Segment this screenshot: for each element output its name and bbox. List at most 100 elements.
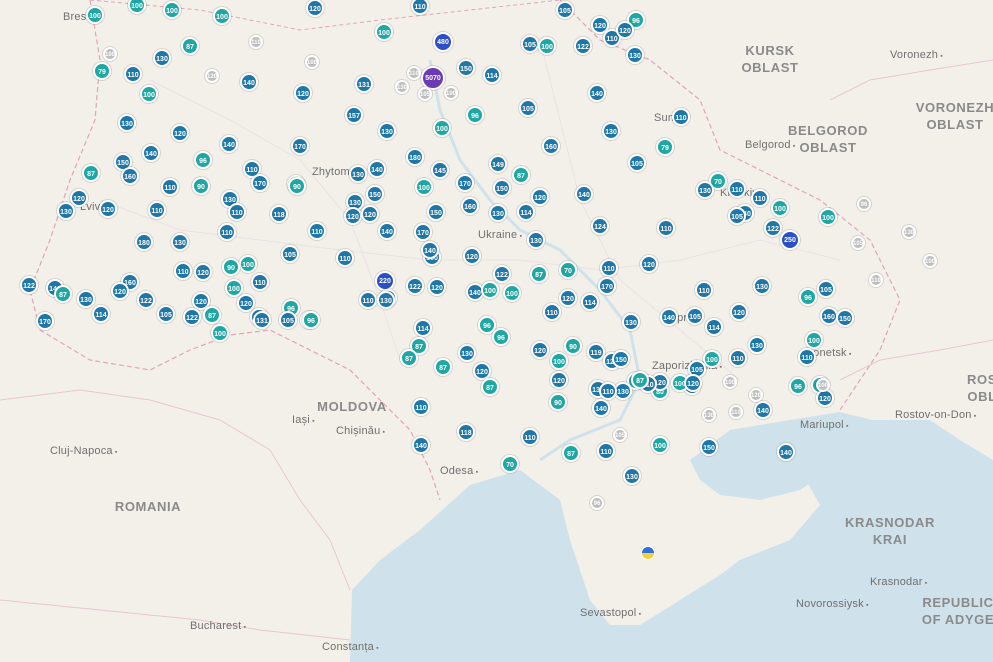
minor-marker[interactable]: 105 bbox=[418, 87, 432, 101]
cluster-marker[interactable]: 180 bbox=[406, 148, 424, 166]
cluster-marker[interactable]: 105 bbox=[628, 154, 646, 172]
cluster-marker[interactable]: 130 bbox=[57, 202, 75, 220]
cluster-marker[interactable]: 118 bbox=[457, 423, 475, 441]
cluster-marker[interactable]: 105 bbox=[279, 311, 297, 329]
cluster-marker[interactable]: 90 bbox=[564, 337, 582, 355]
minor-marker[interactable]: 120 bbox=[749, 388, 763, 402]
cluster-marker[interactable]: 110 bbox=[729, 349, 747, 367]
cluster-marker[interactable]: 130 bbox=[696, 181, 714, 199]
cluster-marker[interactable]: 70 bbox=[559, 261, 577, 279]
cluster-marker[interactable]: 100 bbox=[86, 6, 104, 24]
minor-marker[interactable]: 105 bbox=[851, 236, 865, 250]
cluster-marker[interactable]: 110 bbox=[672, 108, 690, 126]
cluster-marker[interactable]: 87 bbox=[54, 285, 72, 303]
cluster-marker[interactable]: 79 bbox=[93, 62, 111, 80]
cluster-marker[interactable]: 87 bbox=[631, 371, 649, 389]
cluster-marker[interactable]: 110 bbox=[336, 249, 354, 267]
cluster-marker[interactable]: 130 bbox=[626, 46, 644, 64]
cluster-marker[interactable]: 120 bbox=[531, 188, 549, 206]
cluster-marker[interactable]: 110 bbox=[600, 259, 618, 277]
minor-marker[interactable]: 110 bbox=[729, 405, 743, 419]
cluster-marker[interactable]: 110 bbox=[543, 303, 561, 321]
cluster-marker[interactable]: 150 bbox=[612, 350, 630, 368]
cluster-marker[interactable]: 131 bbox=[253, 311, 271, 329]
cluster-marker[interactable]: 110 bbox=[599, 382, 617, 400]
cluster-marker[interactable]: 114 bbox=[483, 66, 501, 84]
minor-marker[interactable]: 100 bbox=[103, 47, 117, 61]
cluster-marker[interactable]: 87 bbox=[203, 306, 221, 324]
cluster-marker[interactable]: 114 bbox=[517, 203, 535, 221]
cluster-marker[interactable]: 100 bbox=[550, 352, 568, 370]
cluster-marker[interactable]: 100 bbox=[805, 331, 823, 349]
cluster-marker[interactable]: 100 bbox=[163, 1, 181, 19]
cluster-marker[interactable]: 114 bbox=[92, 305, 110, 323]
cluster-marker[interactable]: 130 bbox=[153, 49, 171, 67]
cluster-marker[interactable]: 105 bbox=[556, 1, 574, 19]
cluster-marker[interactable]: 87 bbox=[481, 378, 499, 396]
cluster-marker[interactable]: 122 bbox=[406, 277, 424, 295]
cluster-marker[interactable]: 140 bbox=[592, 399, 610, 417]
minor-marker[interactable]: 100 bbox=[305, 55, 319, 69]
cluster-marker[interactable]: 170 bbox=[456, 174, 474, 192]
cluster-marker[interactable]: 114 bbox=[414, 319, 432, 337]
cluster-marker[interactable]: 480 bbox=[433, 32, 453, 52]
cluster-marker[interactable]: 100 bbox=[538, 37, 556, 55]
cluster-marker[interactable]: 110 bbox=[228, 203, 246, 221]
cluster-marker[interactable]: 120 bbox=[463, 247, 481, 265]
cluster-marker[interactable]: 110 bbox=[124, 65, 142, 83]
cluster-marker[interactable]: 110 bbox=[218, 223, 236, 241]
cluster-marker[interactable]: 105 bbox=[519, 99, 537, 117]
cluster-marker[interactable]: 131 bbox=[355, 75, 373, 93]
cluster-marker[interactable]: 170 bbox=[598, 277, 616, 295]
cluster-marker[interactable]: 100 bbox=[225, 279, 243, 297]
cluster-marker[interactable]: 220 bbox=[375, 271, 395, 291]
minor-marker[interactable]: 130 bbox=[395, 80, 409, 94]
cluster-marker[interactable]: 140 bbox=[240, 73, 258, 91]
cluster-marker[interactable]: 150 bbox=[366, 185, 384, 203]
cluster-marker[interactable]: 122 bbox=[574, 37, 592, 55]
minor-marker[interactable]: 130 bbox=[702, 408, 716, 422]
cluster-marker[interactable]: 110 bbox=[359, 291, 377, 309]
cluster-marker[interactable]: 149 bbox=[489, 155, 507, 173]
cluster-marker[interactable]: 100 bbox=[481, 281, 499, 299]
cluster-marker[interactable]: 120 bbox=[730, 303, 748, 321]
cluster-marker[interactable]: 130 bbox=[458, 344, 476, 362]
cluster-marker[interactable]: 105 bbox=[157, 305, 175, 323]
cluster-marker[interactable]: 110 bbox=[251, 273, 269, 291]
cluster-marker[interactable]: 100 bbox=[211, 324, 229, 342]
cluster-marker[interactable]: 124 bbox=[591, 217, 609, 235]
cluster-marker[interactable]: 110 bbox=[412, 398, 430, 416]
cluster-marker[interactable]: 130 bbox=[349, 165, 367, 183]
cluster-marker[interactable]: 122 bbox=[183, 308, 201, 326]
cluster-marker[interactable]: 122 bbox=[137, 291, 155, 309]
cluster-marker[interactable]: 170 bbox=[36, 312, 54, 330]
cluster-marker[interactable]: 120 bbox=[428, 278, 446, 296]
cluster-marker[interactable]: 140 bbox=[142, 144, 160, 162]
cluster-marker[interactable]: 70 bbox=[501, 455, 519, 473]
cluster-marker[interactable]: 100 bbox=[239, 255, 257, 273]
cluster-marker[interactable]: 100 bbox=[140, 85, 158, 103]
cluster-marker[interactable]: 110 bbox=[657, 219, 675, 237]
cluster-marker[interactable]: 110 bbox=[148, 201, 166, 219]
cluster-marker[interactable]: 87 bbox=[530, 265, 548, 283]
cluster-marker[interactable]: 130 bbox=[748, 336, 766, 354]
cluster-marker[interactable]: 120 bbox=[361, 205, 379, 223]
cluster-marker[interactable]: 87 bbox=[400, 349, 418, 367]
cluster-marker[interactable]: 110 bbox=[728, 180, 746, 198]
cluster-marker[interactable]: 170 bbox=[291, 137, 309, 155]
cluster-marker[interactable]: 140 bbox=[421, 241, 439, 259]
cluster-marker[interactable]: 120 bbox=[531, 341, 549, 359]
cluster-marker[interactable]: 105 bbox=[281, 245, 299, 263]
cluster-marker[interactable]: 140 bbox=[660, 308, 678, 326]
minor-marker[interactable]: 100 bbox=[444, 86, 458, 100]
cluster-marker[interactable]: 100 bbox=[503, 284, 521, 302]
cluster-marker[interactable]: 110 bbox=[161, 178, 179, 196]
cluster-marker[interactable]: 140 bbox=[412, 436, 430, 454]
minor-marker[interactable]: 130 bbox=[902, 225, 916, 239]
cluster-marker[interactable]: 120 bbox=[559, 289, 577, 307]
cluster-marker[interactable]: 140 bbox=[575, 185, 593, 203]
cluster-marker[interactable]: 105 bbox=[521, 35, 539, 53]
cluster-marker[interactable]: 87 bbox=[181, 37, 199, 55]
cluster-marker[interactable]: 170 bbox=[251, 174, 269, 192]
cluster-marker[interactable]: 130 bbox=[622, 313, 640, 331]
